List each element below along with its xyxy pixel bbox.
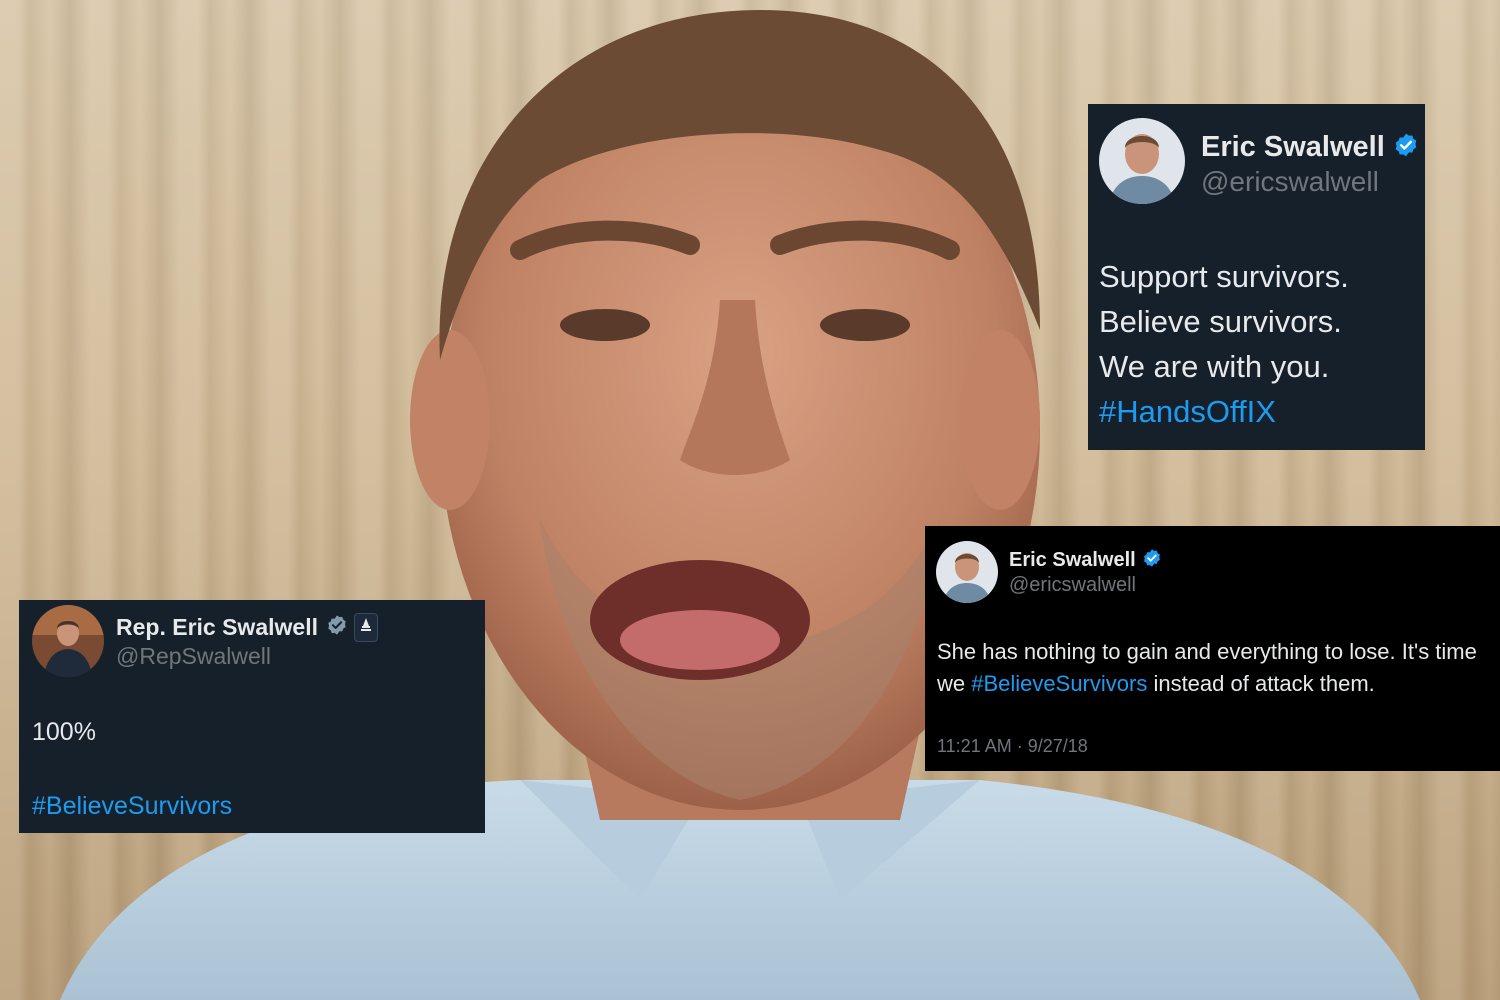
verified-blue-icon: [1393, 132, 1419, 163]
tweet-line: Support survivors.: [1099, 259, 1349, 294]
display-name: Eric Swalwell: [1201, 130, 1385, 163]
hashtag-link[interactable]: #BelieveSurvivors: [32, 792, 232, 821]
tweet-card-hands-off-ix: Eric Swalwell @ericswalwell Support surv…: [1088, 104, 1425, 450]
tweet-timestamp[interactable]: 11:21 AM · 9/27/18: [937, 736, 1088, 757]
verified-grey-icon: [326, 614, 348, 641]
profile-photo-icon: [32, 605, 104, 677]
name-row: Eric Swalwell: [1009, 546, 1162, 574]
government-capitol-icon: [353, 612, 378, 642]
hashtag-link[interactable]: #BelieveSurvivors: [971, 671, 1147, 696]
tweet-text: She has nothing to gain and everything t…: [937, 636, 1482, 700]
display-name: Eric Swalwell: [1009, 548, 1136, 571]
tweet-text: 100%: [32, 718, 96, 746]
avatar: [1099, 118, 1185, 204]
avatar: [32, 605, 104, 677]
name-row: Eric Swalwell: [1201, 126, 1419, 168]
tweet-text-part: instead of attack them.: [1147, 671, 1375, 696]
tweet-line: Believe survivors.: [1099, 304, 1342, 339]
name-row: Rep. Eric Swalwell: [116, 612, 378, 642]
tweet-card-believe-survivors-2018: Eric Swalwell @ericswalwell She has noth…: [925, 526, 1500, 771]
avatar: [936, 541, 998, 603]
handle: @ericswalwell: [1009, 574, 1136, 596]
profile-photo-icon: [1099, 118, 1185, 204]
display-name: Rep. Eric Swalwell: [116, 613, 318, 640]
hashtag-link[interactable]: #HandsOffIX: [1099, 389, 1419, 434]
handle: @ericswalwell: [1201, 166, 1379, 197]
profile-photo-icon: [936, 541, 998, 603]
tweet-text: Support survivors. Believe survivors. We…: [1099, 254, 1419, 434]
handle: @RepSwalwell: [116, 643, 272, 669]
tweet-line: We are with you.: [1099, 349, 1330, 384]
tweet-card-rep-swalwell: Rep. Eric Swalwell @RepSwalwell 100% #Be…: [19, 600, 485, 833]
verified-blue-icon: [1142, 548, 1162, 573]
